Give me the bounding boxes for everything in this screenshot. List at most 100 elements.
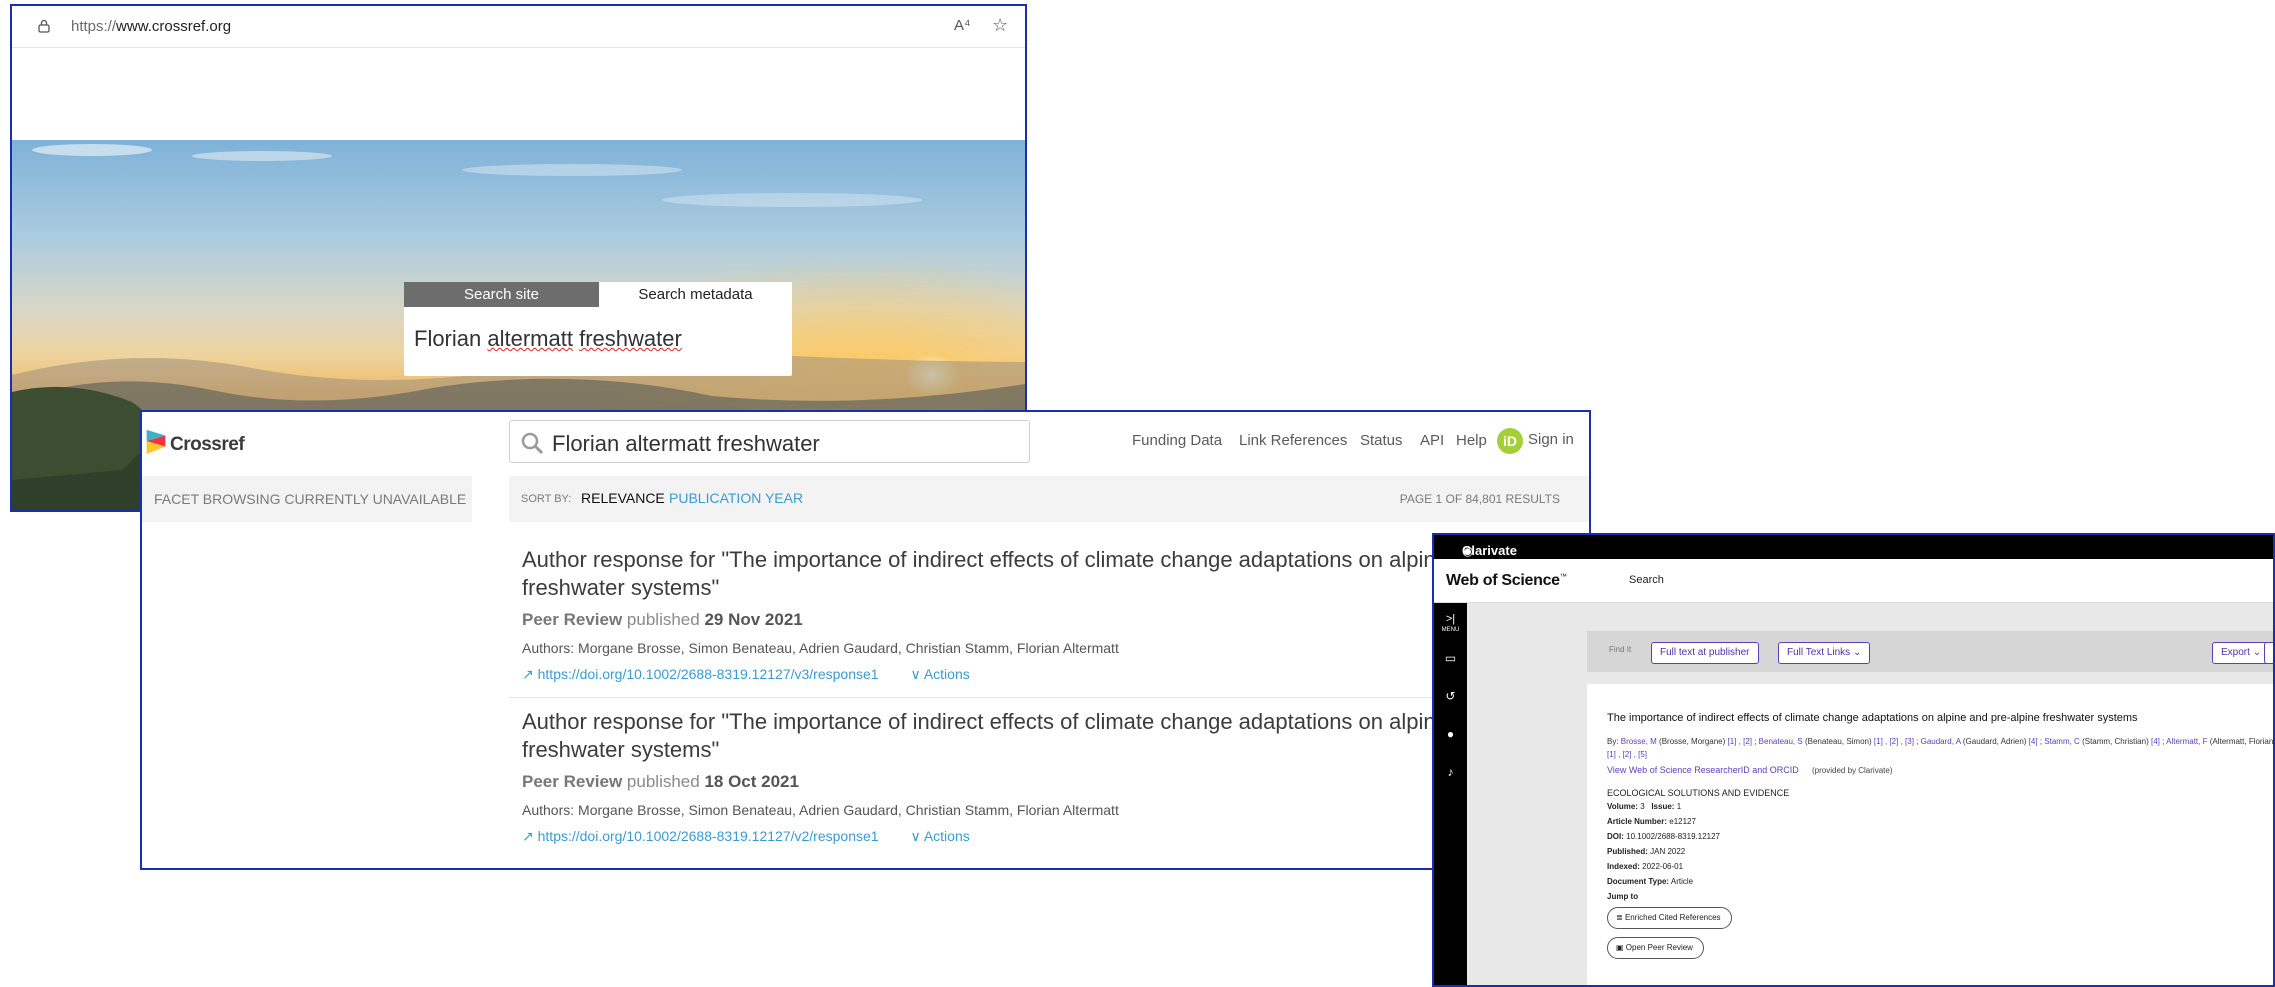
- result-authors: Authors: Morgane Brosse, Simon Benateau,…: [522, 640, 1119, 656]
- author-full: (Brosse, Morgane): [1659, 737, 1726, 746]
- record-card: The importance of indirect effects of cl…: [1587, 684, 2275, 985]
- result-title[interactable]: Author response for "The importance of i…: [522, 546, 1589, 602]
- nav-api[interactable]: API: [1420, 432, 1444, 449]
- nav-funding-data[interactable]: Funding Data: [1132, 432, 1222, 449]
- result-meta: Peer Review published 18 Oct 2021: [522, 772, 1589, 792]
- field-label: Article Number:: [1607, 817, 1668, 826]
- tab-search-metadata[interactable]: Search metadata: [599, 282, 792, 307]
- author-link[interactable]: Altermatt, F: [2166, 737, 2207, 746]
- sort-relevance[interactable]: RELEVANCE: [581, 490, 665, 506]
- result-date: 18 Oct 2021: [704, 772, 799, 791]
- researcher-id-link[interactable]: View Web of Science ResearcherID and ORC…: [1607, 765, 1799, 775]
- query-word: Florian: [414, 326, 482, 351]
- actions-menu[interactable]: Actions: [924, 828, 970, 844]
- author-full: (Gaudard, Adrien): [1962, 737, 2027, 746]
- by-label: By:: [1607, 737, 1619, 746]
- sort-publication-year[interactable]: PUBLICATION YEAR: [669, 490, 803, 506]
- result-doi-link[interactable]: https://doi.org/10.1002/2688-8319.12127/…: [538, 666, 879, 682]
- external-link-icon: ↗: [522, 666, 534, 682]
- doi-value: 10.1002/2688-8319.12127: [1626, 832, 1720, 841]
- result-meta: Peer Review published 29 Nov 2021: [522, 610, 1589, 630]
- full-text-publisher-button[interactable]: Full text at publisher: [1651, 642, 1759, 664]
- expand-menu-icon[interactable]: >|: [1434, 613, 1467, 625]
- result-item: Author response for "The importance of i…: [522, 546, 1589, 683]
- field-label: Document Type:: [1607, 877, 1670, 886]
- wos-logo[interactable]: Web of Science™: [1446, 572, 1567, 590]
- issue-value: 1: [1676, 802, 1682, 811]
- enriched-label: Enriched Cited References: [1624, 913, 1721, 922]
- author-link[interactable]: Stamm, C: [2044, 737, 2080, 746]
- bell-icon[interactable]: ♪: [1434, 765, 1467, 779]
- affiliation-refs[interactable]: [1] , [2] , [5]: [1607, 750, 1647, 759]
- wos-sidebar: >| MENU ▭ ↺ ● ♪: [1434, 603, 1467, 985]
- provided-by-note: (provided by Clarivate): [1812, 766, 1893, 775]
- wos-content: Find It Full text at publisher Full Text…: [1467, 603, 2275, 985]
- url-text[interactable]: https://www.crossref.org: [71, 18, 231, 35]
- result-date: 29 Nov 2021: [704, 610, 803, 629]
- record-title: The importance of indirect effects of cl…: [1607, 712, 2138, 724]
- published-value: JAN 2022: [1650, 847, 1686, 856]
- author-full: (Altermatt, Florian): [2209, 737, 2275, 746]
- enriched-cited-references-button[interactable]: ≣ Enriched Cited References: [1607, 907, 1732, 929]
- field-label: Volume:: [1607, 802, 1638, 811]
- wos-search-link[interactable]: Search: [1629, 574, 1664, 586]
- affiliation-refs[interactable]: [4]: [2029, 737, 2038, 746]
- affiliation-refs[interactable]: [4]: [2151, 737, 2160, 746]
- doi-field: DOI: 10.1002/2688-8319.12127: [1607, 832, 1720, 841]
- page-info: PAGE 1 OF 84,801 RESULTS: [1399, 492, 1560, 506]
- menu-label: MENU: [1441, 627, 1460, 633]
- actions-menu[interactable]: Actions: [924, 666, 970, 682]
- indexed-field: Indexed: 2022-06-01: [1607, 862, 1683, 871]
- wos-logo-text: Web of Science: [1446, 572, 1560, 589]
- query-word-misspelled: altermatt: [487, 326, 573, 351]
- author-link[interactable]: Benateau, S: [1759, 737, 1803, 746]
- full-text-links-label: Full Text Links: [1787, 647, 1851, 658]
- nav-link-references[interactable]: Link References: [1239, 432, 1347, 449]
- article-number: Article Number: e12127: [1607, 817, 1696, 826]
- result-authors: Authors: Morgane Brosse, Simon Benateau,…: [522, 802, 1119, 818]
- favorites-icon[interactable]: ☆: [992, 15, 1008, 36]
- folder-icon[interactable]: ▭: [1434, 651, 1467, 665]
- tab-search-site[interactable]: Search site: [404, 282, 599, 307]
- field-label: DOI:: [1607, 832, 1624, 841]
- result-type: Peer Review: [522, 610, 623, 629]
- nav-help[interactable]: Help: [1456, 432, 1487, 449]
- affiliation-refs[interactable]: [1] , [2]: [1728, 737, 1752, 746]
- result-item: Author response for "The importance of i…: [522, 708, 1589, 845]
- published-field: Published: JAN 2022: [1607, 847, 1685, 856]
- chevron-down-icon: ⌄: [2252, 647, 2262, 658]
- read-aloud-icon[interactable]: A⁴: [954, 17, 970, 34]
- facet-panel: FACET BROWSING CURRENTLY UNAVAILABLE: [142, 476, 472, 522]
- query-word-misspelled: freshwater: [579, 326, 682, 351]
- affiliation-refs[interactable]: [1] , [2] , [3]: [1874, 737, 1914, 746]
- search-bar[interactable]: Florian altermatt freshwater: [509, 420, 1030, 463]
- author-link[interactable]: Brosse, M: [1621, 737, 1657, 746]
- crossref-logo-text[interactable]: Crossref: [170, 434, 245, 456]
- lock-icon: [38, 19, 50, 33]
- result-title[interactable]: Author response for "The importance of i…: [522, 708, 1589, 764]
- add-button[interactable]: Add: [2264, 642, 2273, 664]
- sort-bar: SORT BY: RELEVANCE PUBLICATION YEAR PAGE…: [509, 476, 1589, 522]
- history-icon[interactable]: ↺: [1434, 689, 1467, 703]
- open-peer-review-button[interactable]: ▣ Open Peer Review: [1607, 937, 1704, 959]
- address-bar[interactable]: https://www.crossref.org A⁴ ☆: [12, 6, 1025, 48]
- clarivate-bar: ◉ Clarivate: [1434, 535, 2273, 559]
- find-it-button[interactable]: Find It: [1609, 645, 1631, 654]
- chevron-down-icon: ∨: [910, 828, 921, 844]
- crossref-logo-icon[interactable]: [144, 428, 168, 456]
- field-label: Issue:: [1651, 802, 1675, 811]
- author-link[interactable]: Gaudard, A: [1921, 737, 1961, 746]
- journal-name[interactable]: ECOLOGICAL SOLUTIONS AND EVIDENCE: [1607, 788, 1789, 798]
- full-text-links-button[interactable]: Full Text Links ⌄: [1778, 642, 1871, 664]
- result-doi-link[interactable]: https://doi.org/10.1002/2688-8319.12127/…: [538, 828, 879, 844]
- search-query[interactable]: Florian altermatt freshwater: [552, 431, 820, 457]
- result-links: ↗ https://doi.org/10.1002/2688-8319.1212…: [522, 666, 1589, 683]
- field-label: Indexed:: [1607, 862, 1640, 871]
- nav-status[interactable]: Status: [1360, 432, 1403, 449]
- jump-to-label: Jump to: [1607, 892, 1639, 901]
- search-input[interactable]: Florian altermatt freshwater: [414, 326, 682, 352]
- orcid-icon[interactable]: iD: [1497, 428, 1523, 454]
- account-icon[interactable]: ●: [1434, 727, 1467, 741]
- sign-in-link[interactable]: Sign in: [1528, 431, 1574, 448]
- export-button[interactable]: Export ⌄: [2212, 642, 2271, 664]
